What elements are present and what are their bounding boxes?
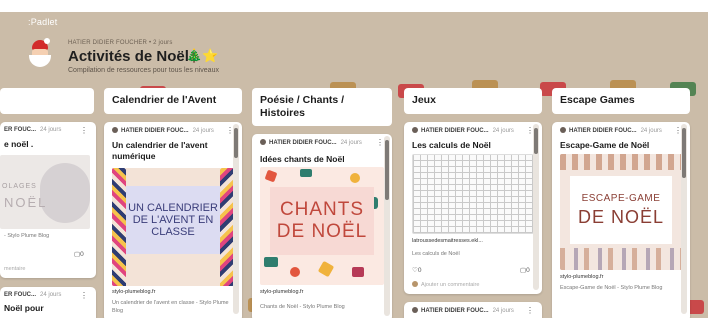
author-avatar xyxy=(560,127,566,133)
like-count[interactable]: ♡0 xyxy=(412,266,421,274)
post-card[interactable]: HATIER DIDIER FOUC... 24 jours ⋮ xyxy=(404,302,542,318)
santa-avatar-icon xyxy=(28,38,52,68)
post-link-title: Chants de Noël - Stylo Plume Blog xyxy=(260,304,345,310)
post-menu-icon[interactable]: ⋮ xyxy=(526,306,534,315)
post-domain: latroussedesmaitresses.ekl... xyxy=(412,238,483,244)
post-time: 24 jours xyxy=(192,128,214,134)
column-header-poesie[interactable]: Poésie / Chants / Histoires xyxy=(252,88,392,126)
post-time: 24 jours xyxy=(40,127,62,133)
post-link-title: - Stylo Plume Blog xyxy=(4,233,50,239)
post-title: Noël pour xyxy=(4,303,44,313)
banner: CHANTS DE NOËL xyxy=(270,187,374,255)
post-time: 24 jours xyxy=(492,128,514,134)
post-card[interactable]: HATIER DIDIER FOUC... 24 jours ⋮ Un calen… xyxy=(104,122,242,318)
post-title: Un calendrier de l'avent numérique xyxy=(112,140,208,161)
banner-text: CHANTS xyxy=(279,199,365,220)
user-avatar xyxy=(412,281,418,287)
author-avatar xyxy=(412,127,418,133)
image-text: NOËL xyxy=(4,195,48,210)
column-header-escape[interactable]: Escape Games xyxy=(552,88,690,114)
post-image[interactable]: CHANTS DE NOËL xyxy=(260,167,384,285)
column-header-jeux[interactable]: Jeux xyxy=(404,88,542,114)
post-menu-icon[interactable]: ⋮ xyxy=(80,126,88,135)
comment-input[interactable]: Ajouter un commentaire xyxy=(412,281,479,288)
banner-text: DE NOËL xyxy=(577,207,665,227)
post-author: ER FOUC... xyxy=(4,292,37,298)
author-avatar xyxy=(412,307,418,313)
image-text: OLAGES xyxy=(2,183,37,190)
banner-text: ESCAPE-GAME xyxy=(581,193,661,204)
column-header-partial[interactable] xyxy=(0,88,94,114)
post-time: 24 jours xyxy=(492,308,514,314)
post-author: HATIER DIDIER FOUC... xyxy=(421,308,489,314)
post-title: Idées chants de Noël xyxy=(260,154,345,164)
board-title: Activités de Noël xyxy=(68,48,189,65)
card-scrollbar[interactable] xyxy=(681,124,687,314)
post-card[interactable]: ER FOUC... 24 jours ⋮ Noël pour xyxy=(0,287,96,318)
tree-star-emoji-icon: 🎄⭐ xyxy=(186,48,219,63)
post-author: HATIER DIDIER FOUC... xyxy=(421,128,489,134)
comment-count[interactable]: ▢0 xyxy=(74,250,84,258)
post-card[interactable]: HATIER DIDIER FOUC... 24 jours ⋮ Idées ch… xyxy=(252,134,392,318)
post-image[interactable]: ESCAPE-GAME DE NOËL xyxy=(560,154,682,270)
card-scrollbar[interactable] xyxy=(384,136,390,316)
post-title: Les calculs de Noël xyxy=(412,140,491,150)
post-link-title: Escape-Game de Noël - Stylo Plume Blog xyxy=(560,285,663,291)
banner-text: DE NOËL xyxy=(276,221,368,242)
post-author: ER FOUC... xyxy=(4,127,37,133)
post-author: HATIER DIDIER FOUC... xyxy=(569,128,637,134)
post-title: Escape-Game de Noël xyxy=(560,140,650,150)
board-subtitle: Compilation de ressources pour tous les … xyxy=(68,67,219,74)
post-image[interactable]: UN CALENDRIER DE L'AVENT EN CLASSE xyxy=(112,168,234,286)
banner: ESCAPE-GAME DE NOËL xyxy=(570,176,672,244)
author-avatar xyxy=(112,127,118,133)
column-header-calendrier[interactable]: Calendrier de l'Avent xyxy=(104,88,242,114)
post-menu-icon[interactable]: ⋮ xyxy=(80,291,88,300)
post-title: e noël . xyxy=(4,139,34,149)
board-owner: HATIER DIDIER FOUCHER • 2 jours xyxy=(68,40,173,46)
post-author: HATIER DIDIER FOUC... xyxy=(269,140,337,146)
post-author: HATIER DIDIER FOUC... xyxy=(121,128,189,134)
post-time: 24 jours xyxy=(640,128,662,134)
post-card[interactable]: HATIER DIDIER FOUC... 24 jours ⋮ Les calc… xyxy=(404,122,542,294)
comment-count[interactable]: ▢0 xyxy=(520,266,530,274)
padlet-logo[interactable]: :Padlet xyxy=(28,17,57,27)
top-strip xyxy=(0,0,708,12)
post-time: 24 jours xyxy=(340,140,362,146)
post-image[interactable]: OLAGES NOËL xyxy=(0,155,90,229)
post-menu-icon[interactable]: ⋮ xyxy=(376,138,384,147)
post-card[interactable]: ER FOUC... 24 jours ⋮ e noël . OLAGES NOË… xyxy=(0,122,96,278)
post-card[interactable]: HATIER DIDIER FOUC... 24 jours ⋮ Escape-G… xyxy=(552,122,690,318)
banner-text: UN CALENDRIER DE L'AVENT EN CLASSE xyxy=(126,186,220,254)
post-image[interactable] xyxy=(412,154,534,234)
post-time: 24 jours xyxy=(40,292,62,298)
card-scrollbar[interactable] xyxy=(533,124,539,290)
card-scrollbar[interactable] xyxy=(233,124,239,314)
author-avatar xyxy=(260,139,266,145)
post-domain: stylo-plumeblog.fr xyxy=(560,274,604,280)
post-link-title: Un calendrier de l'avent en classe - Sty… xyxy=(112,300,229,314)
post-domain: stylo-plumeblog.fr xyxy=(112,289,156,295)
comment-input[interactable]: mentaire xyxy=(4,266,25,272)
post-link-title: Les calculs de Noël xyxy=(412,251,460,257)
post-domain: stylo-plumeblog.fr xyxy=(260,289,304,295)
